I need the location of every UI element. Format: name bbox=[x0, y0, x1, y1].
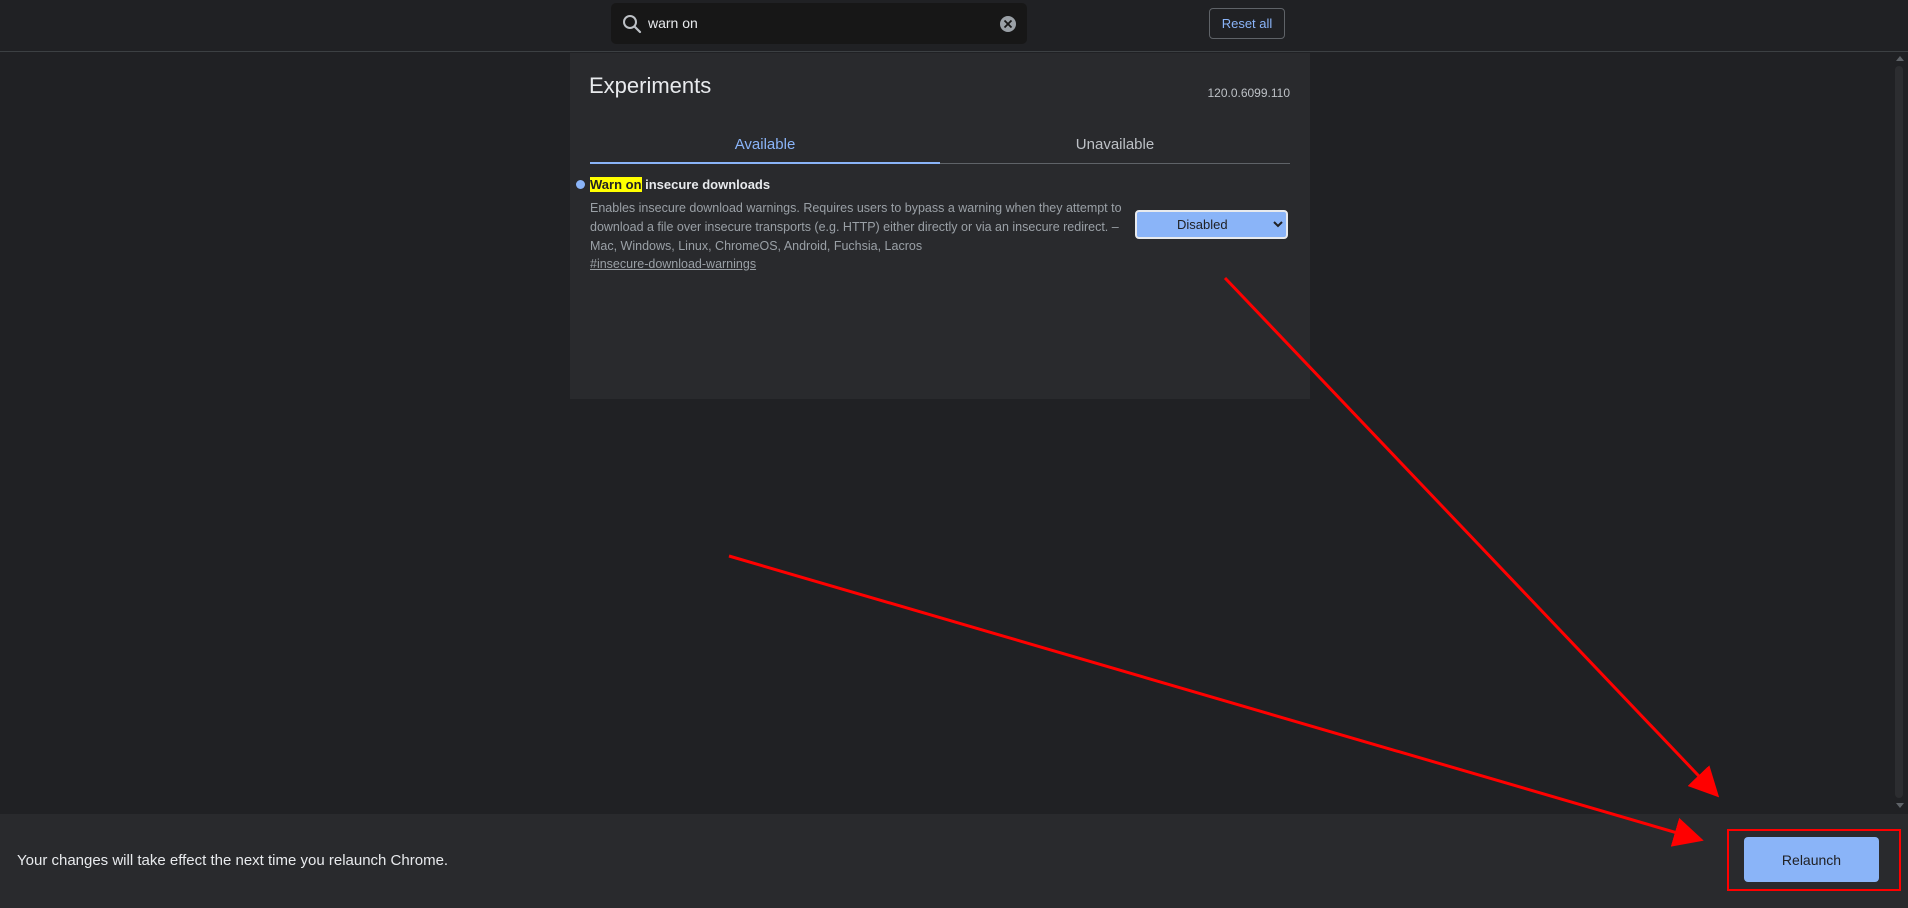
relaunch-message: Your changes will take effect the next t… bbox=[17, 852, 449, 869]
selected-tab-indicator bbox=[590, 162, 940, 164]
scroll-down-arrow-icon[interactable] bbox=[1896, 803, 1904, 808]
flag-state-select[interactable]: Disabled bbox=[1135, 210, 1288, 239]
search-box[interactable] bbox=[611, 3, 1027, 44]
annotation-arrow bbox=[728, 554, 1704, 847]
relaunch-button[interactable]: Relaunch bbox=[1744, 837, 1879, 882]
flags-page: Reset all Experiments 120.0.6099.110 Ava… bbox=[0, 0, 1908, 908]
search-match-highlight: Warn on bbox=[590, 177, 642, 192]
search-icon bbox=[623, 15, 642, 34]
header-bar: Reset all bbox=[0, 0, 1908, 52]
page-title: Experiments bbox=[589, 73, 712, 98]
tab-available[interactable]: Available bbox=[590, 131, 940, 165]
flag-permalink[interactable]: #insecure-download-warnings bbox=[590, 257, 756, 271]
version-label: 120.0.6099.110 bbox=[1207, 86, 1290, 100]
flag-description: Enables insecure download warnings. Requ… bbox=[590, 201, 1122, 253]
search-input[interactable] bbox=[648, 9, 988, 37]
scrollbar-thumb[interactable] bbox=[1895, 66, 1903, 798]
modified-indicator-dot bbox=[576, 180, 585, 189]
flag-title: Warn on insecure downloads bbox=[590, 177, 770, 192]
relaunch-footer: Your changes will take effect the next t… bbox=[0, 814, 1908, 908]
clear-icon[interactable] bbox=[999, 15, 1017, 33]
experiments-panel: Experiments 120.0.6099.110 Available Una… bbox=[570, 53, 1310, 399]
reset-all-button[interactable]: Reset all bbox=[1209, 8, 1285, 39]
flag-title-rest: insecure downloads bbox=[641, 177, 771, 192]
tab-unavailable[interactable]: Unavailable bbox=[940, 131, 1290, 165]
scroll-up-arrow-icon[interactable] bbox=[1896, 56, 1904, 61]
